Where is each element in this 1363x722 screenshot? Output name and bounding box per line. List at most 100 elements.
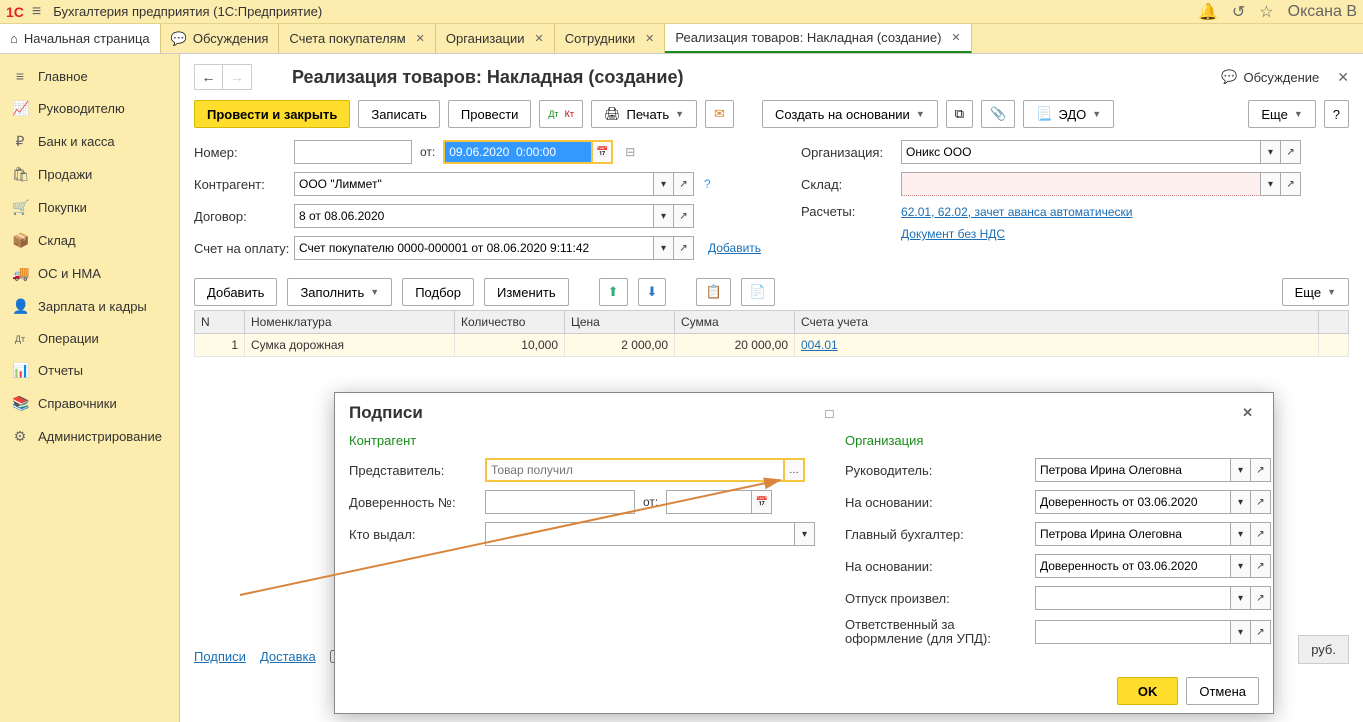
chevron-down-icon[interactable]: ▾ (1231, 554, 1251, 578)
col-price[interactable]: Цена (565, 311, 675, 334)
calc-link[interactable]: 62.01, 62.02, зачет аванса автоматически (901, 205, 1132, 219)
sidebar-item-sales[interactable]: 🛍Продажи (0, 158, 179, 191)
date-input[interactable] (443, 140, 593, 164)
table-row[interactable]: 1 Сумка дорожная 10,000 2 000,00 20 000,… (195, 334, 1349, 357)
sidebar-item-warehouse[interactable]: 📦Склад (0, 224, 179, 257)
sidebar-item-purchases[interactable]: 🛒Покупки (0, 191, 179, 224)
select-button[interactable]: Подбор (402, 278, 474, 306)
tab-home[interactable]: ⌂ Начальная страница (0, 24, 161, 53)
chevron-down-icon[interactable]: ▾ (795, 522, 815, 546)
change-button[interactable]: Изменить (484, 278, 569, 306)
help-icon[interactable]: ? (704, 177, 711, 191)
open-icon[interactable]: ↗ (1251, 458, 1271, 482)
chevron-down-icon[interactable]: ▾ (1261, 140, 1281, 164)
close-icon[interactable]: ✕ (1236, 405, 1259, 421)
move-up-button[interactable]: ⬆ (599, 278, 628, 306)
issued-input[interactable] (485, 522, 795, 546)
maximize-icon[interactable]: □ (820, 406, 840, 421)
org-input[interactable] (901, 140, 1261, 164)
col-qty[interactable]: Количество (455, 311, 565, 334)
sidebar-item-admin[interactable]: ⚙Администрирование (0, 420, 179, 453)
forward-button[interactable]: → (223, 65, 251, 89)
col-n[interactable]: N (195, 311, 245, 334)
sidebar-item-bank[interactable]: ₽Банк и касса (0, 125, 179, 158)
proxy-date-input[interactable] (666, 490, 752, 514)
number-input[interactable] (294, 140, 412, 164)
open-icon[interactable]: ↗ (1251, 586, 1271, 610)
tab-orgs[interactable]: Организации ✕ (436, 24, 555, 53)
help-button[interactable]: ? (1324, 100, 1349, 128)
signs-link[interactable]: Подписи (194, 649, 246, 664)
col-acc[interactable]: Счета учета (795, 311, 1319, 334)
chevron-down-icon[interactable]: ▾ (1231, 490, 1251, 514)
menu-icon[interactable]: ≡ (32, 3, 41, 21)
open-icon[interactable]: ↗ (1251, 522, 1271, 546)
open-icon[interactable]: ↗ (674, 236, 694, 260)
cancel-button[interactable]: Отмена (1186, 677, 1259, 705)
responsible-input[interactable] (1035, 620, 1231, 644)
back-button[interactable]: ← (195, 65, 223, 89)
fill-button[interactable]: Заполнить▼ (287, 278, 392, 306)
open-icon[interactable]: ↗ (1251, 620, 1271, 644)
chevron-down-icon[interactable]: ▾ (654, 172, 674, 196)
sidebar-item-operations[interactable]: ДтОперации (0, 323, 179, 354)
add-link[interactable]: Добавить (708, 241, 761, 255)
close-icon[interactable]: ✕ (951, 31, 960, 44)
accountant-input[interactable] (1035, 522, 1231, 546)
col-extra[interactable] (1319, 311, 1349, 334)
add-row-button[interactable]: Добавить (194, 278, 277, 306)
print-button[interactable]: 🖨Печать▼ (591, 100, 697, 128)
sidebar-item-reports[interactable]: 📊Отчеты (0, 354, 179, 387)
create-based-button[interactable]: Создать на основании▼ (762, 100, 938, 128)
contragent-input[interactable] (294, 172, 654, 196)
contract-input[interactable] (294, 204, 654, 228)
sidebar-item-catalogs[interactable]: 📚Справочники (0, 387, 179, 420)
table-more-button[interactable]: Еще▼ (1282, 278, 1349, 306)
mail-button[interactable]: ✉ (705, 100, 734, 128)
move-down-button[interactable]: ⬇ (638, 278, 667, 306)
chevron-down-icon[interactable]: ▾ (1231, 620, 1251, 644)
history-icon[interactable]: ↺ (1232, 2, 1245, 22)
tab-discussions[interactable]: 💬 Обсуждения (161, 24, 280, 53)
tab-realization[interactable]: Реализация товаров: Накладная (создание)… (665, 24, 971, 53)
open-icon[interactable]: ↗ (1281, 140, 1301, 164)
post-button[interactable]: Провести (448, 100, 532, 128)
open-icon[interactable]: ↗ (674, 172, 694, 196)
discussion-link[interactable]: 💬 Обсуждение (1221, 69, 1319, 85)
close-icon[interactable]: ✕ (535, 32, 544, 45)
open-icon[interactable]: ↗ (1251, 554, 1271, 578)
account-link[interactable]: 004.01 (801, 338, 838, 352)
more-button[interactable]: Еще▼ (1248, 100, 1315, 128)
open-icon[interactable]: ↗ (1251, 490, 1271, 514)
close-icon[interactable]: ✕ (1337, 69, 1349, 86)
attach-button[interactable]: 📎 (981, 100, 1015, 128)
ellipsis-icon[interactable]: … (785, 458, 805, 482)
copy-button[interactable]: 📋 (696, 278, 730, 306)
calendar-icon[interactable]: 📅 (752, 490, 772, 514)
chevron-down-icon[interactable]: ▾ (1231, 586, 1251, 610)
warehouse-input[interactable] (901, 172, 1261, 196)
org-chart-icon[interactable]: ⊟ (625, 145, 635, 159)
dtkt-button[interactable]: ДтКт (539, 100, 583, 128)
col-nomen[interactable]: Номенклатура (245, 311, 455, 334)
edo-button[interactable]: 📃ЭДО▼ (1023, 100, 1114, 128)
chevron-down-icon[interactable]: ▾ (1261, 172, 1281, 196)
sidebar-item-payroll[interactable]: 👤Зарплата и кадры (0, 290, 179, 323)
sidebar-item-assets[interactable]: 🚚ОС и НМА (0, 257, 179, 290)
based1-input[interactable] (1035, 490, 1231, 514)
bell-icon[interactable]: 🔔 (1198, 2, 1218, 22)
calendar-icon[interactable]: 📅 (593, 140, 613, 164)
sidebar-item-main[interactable]: ≡Главное (0, 60, 179, 92)
close-icon[interactable]: ✕ (416, 32, 425, 45)
delivery-link[interactable]: Доставка (260, 649, 316, 664)
linked-docs-button[interactable]: ⧉ (946, 100, 973, 128)
released-input[interactable] (1035, 586, 1231, 610)
head-input[interactable] (1035, 458, 1231, 482)
chevron-down-icon[interactable]: ▾ (654, 236, 674, 260)
proxy-num-input[interactable] (485, 490, 635, 514)
tab-invoices[interactable]: Счета покупателям ✕ (279, 24, 435, 53)
invoice-input[interactable] (294, 236, 654, 260)
sidebar-item-manager[interactable]: 📈Руководителю (0, 92, 179, 125)
tab-employees[interactable]: Сотрудники ✕ (555, 24, 666, 53)
close-icon[interactable]: ✕ (645, 32, 654, 45)
